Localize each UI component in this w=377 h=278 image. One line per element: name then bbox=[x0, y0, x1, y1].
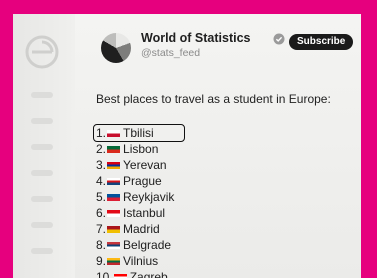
list-item: 4. Prague bbox=[96, 173, 184, 189]
city-name: Zagreb bbox=[129, 270, 168, 278]
flag-georgia-icon bbox=[107, 129, 121, 137]
rank-number: 8. bbox=[96, 238, 107, 252]
ranking-list: 1. Tbilisi 2. Lisbon 3. Yerevan 4. Prague 5. Reyk… bbox=[93, 124, 185, 278]
flag-czechia-icon bbox=[107, 177, 121, 185]
flag-iceland-icon bbox=[107, 193, 121, 201]
sidebar-item[interactable] bbox=[31, 92, 53, 98]
list-item: 2. Lisbon bbox=[96, 141, 184, 157]
flag-serbia-icon bbox=[107, 241, 121, 249]
rank-number: 1. bbox=[96, 126, 107, 140]
flag-spain-icon bbox=[107, 225, 121, 233]
verified-badge-icon bbox=[273, 33, 285, 45]
subscribe-button[interactable]: Subscribe bbox=[289, 34, 354, 50]
city-name: Prague bbox=[123, 174, 162, 188]
city-name: Istanbul bbox=[123, 206, 166, 220]
city-name: Tbilisi bbox=[123, 126, 154, 140]
rank-number: 6. bbox=[96, 206, 107, 220]
list-item: 6. Istanbul bbox=[96, 205, 184, 221]
flag-portugal-icon bbox=[107, 145, 121, 153]
tweet: World of Statistics @stats_feed Subscrib… bbox=[75, 14, 361, 278]
logo-icon[interactable] bbox=[24, 34, 60, 70]
sidebar-item[interactable] bbox=[31, 248, 53, 254]
rank-number: 4. bbox=[96, 174, 107, 188]
flag-turkey-icon bbox=[107, 209, 121, 217]
rank-number: 3. bbox=[96, 158, 107, 172]
sidebar bbox=[13, 14, 75, 278]
sidebar-item[interactable] bbox=[31, 222, 53, 228]
list-item: 8. Belgrade bbox=[96, 237, 184, 253]
flag-croatia-icon bbox=[113, 273, 127, 278]
list-item: 10. Zagreb bbox=[96, 269, 184, 278]
city-name: Reykjavik bbox=[123, 190, 175, 204]
avatar[interactable] bbox=[101, 33, 131, 63]
tweet-text: Best places to travel as a student in Eu… bbox=[96, 92, 331, 106]
list-item: 5. Reykjavik bbox=[96, 189, 184, 205]
author-handle[interactable]: @stats_feed bbox=[141, 47, 200, 59]
list-item: 7. Madrid bbox=[96, 221, 184, 237]
rank-number: 2. bbox=[96, 142, 107, 156]
sidebar-item[interactable] bbox=[31, 170, 53, 176]
magenta-frame: World of Statistics @stats_feed Subscrib… bbox=[0, 0, 377, 278]
rank-number: 7. bbox=[96, 222, 107, 236]
rank-number: 9. bbox=[96, 254, 107, 268]
city-name: Lisbon bbox=[123, 142, 159, 156]
flag-armenia-icon bbox=[107, 161, 121, 169]
city-name: Vilnius bbox=[123, 254, 159, 268]
author-name[interactable]: World of Statistics bbox=[141, 31, 251, 45]
sidebar-item[interactable] bbox=[31, 144, 53, 150]
city-name: Madrid bbox=[123, 222, 160, 236]
rank-number: 10. bbox=[96, 270, 113, 278]
rank-number: 5. bbox=[96, 190, 107, 204]
list-item: 9. Vilnius bbox=[96, 253, 184, 269]
city-name: Belgrade bbox=[123, 238, 172, 252]
city-name: Yerevan bbox=[123, 158, 167, 172]
screenshot-photo: World of Statistics @stats_feed Subscrib… bbox=[13, 14, 361, 278]
sidebar-item[interactable] bbox=[31, 118, 53, 124]
list-item: 1. Tbilisi bbox=[93, 124, 185, 142]
flag-lithuania-icon bbox=[107, 257, 121, 265]
list-item: 3. Yerevan bbox=[96, 157, 184, 173]
sidebar-item[interactable] bbox=[31, 196, 53, 202]
